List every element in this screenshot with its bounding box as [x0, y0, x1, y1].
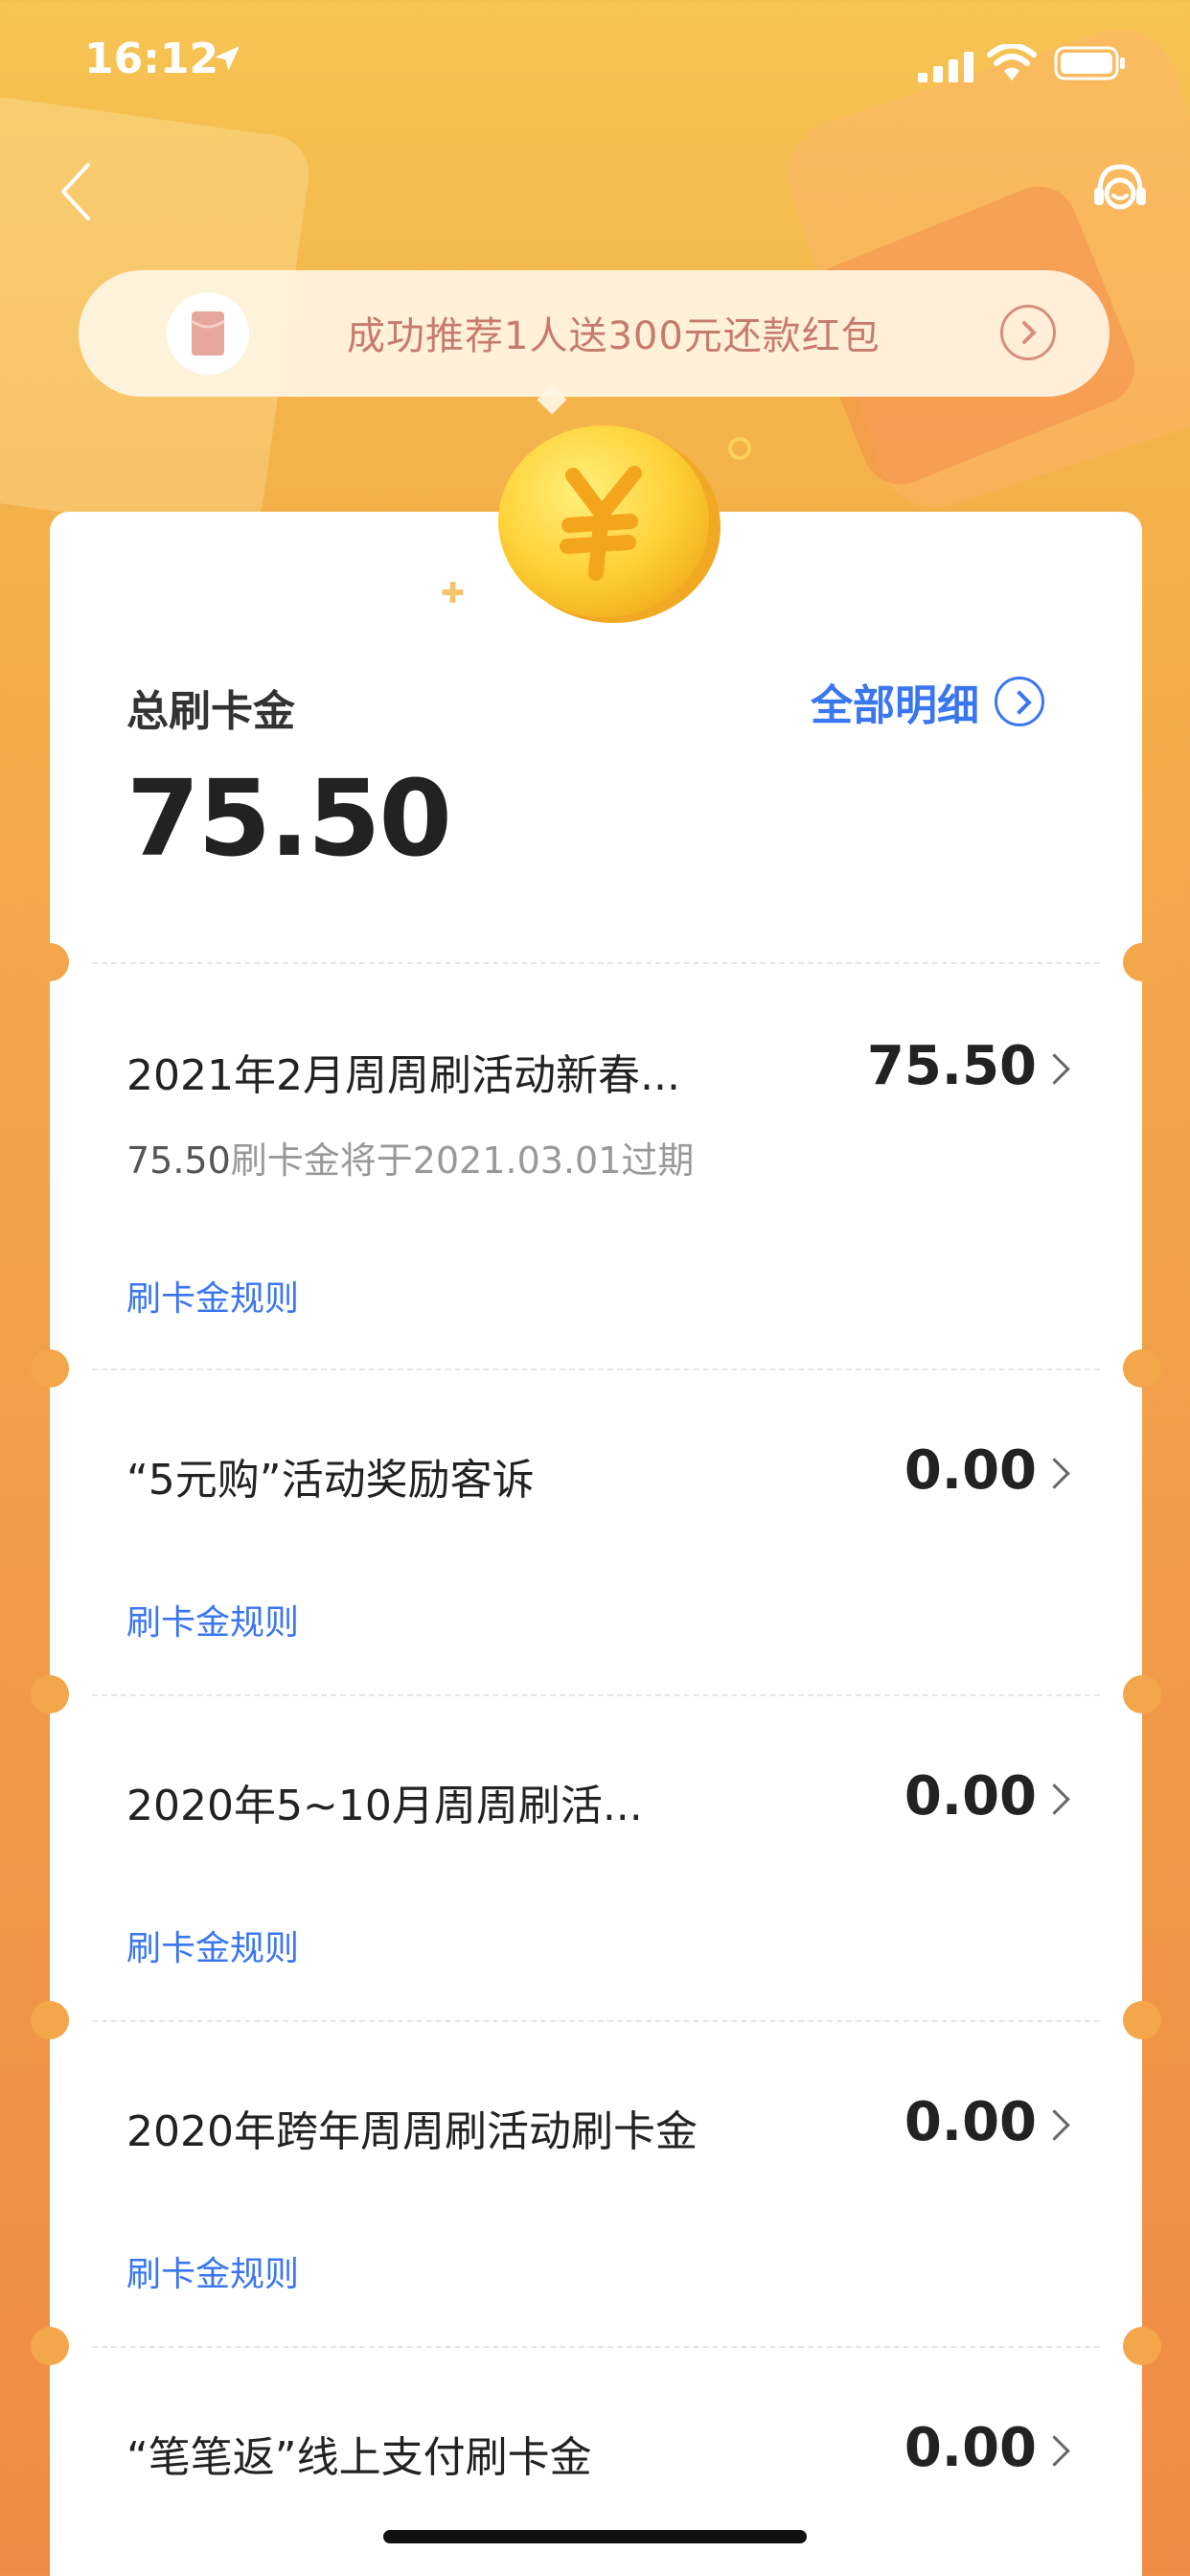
- card-notch: [1123, 2327, 1161, 2365]
- list-item[interactable]: 2020年跨年周周刷活动刷卡金 0.00 刷卡金规则: [31, 2001, 1161, 2346]
- divider: [92, 2346, 1100, 2348]
- item-title: “笔笔返”线上支付刷卡金: [126, 2433, 592, 2482]
- item-amount: 0.00: [904, 1765, 1037, 1828]
- rules-link[interactable]: 刷卡金规则: [126, 1595, 299, 1644]
- yuan-coin-icon: [498, 426, 721, 623]
- chevron-right-circle-icon: [995, 677, 1044, 726]
- item-amount: 0.00: [904, 1439, 1037, 1502]
- item-title: 2020年5~10月周周刷活...: [126, 1782, 643, 1830]
- status-bar: 16:12: [0, 0, 1190, 126]
- customer-service-icon[interactable]: [1087, 157, 1154, 224]
- all-details-label: 全部明细: [811, 681, 979, 730]
- red-envelope-icon: [167, 292, 249, 375]
- total-card-gold-label: 总刷卡金: [126, 687, 295, 736]
- back-arrow-icon[interactable]: [50, 153, 107, 230]
- card-notch: [31, 1349, 69, 1388]
- item-amount: 75.50: [866, 1035, 1037, 1097]
- divider: [92, 1694, 1100, 1696]
- item-expiry-text: 刷卡金将于2021.03.01过期: [230, 1139, 695, 1182]
- battery-icon: [1054, 46, 1125, 80]
- sparkle-icon: [728, 437, 751, 460]
- rules-link[interactable]: 刷卡金规则: [126, 2246, 299, 2296]
- divider: [92, 2020, 1100, 2022]
- wifi-icon: [987, 44, 1037, 80]
- location-icon: [215, 46, 240, 71]
- chevron-right-icon: [1039, 1458, 1070, 1489]
- item-amount: 0.00: [904, 2091, 1037, 2153]
- divider: [92, 962, 1100, 964]
- item-expiry-amount: 75.50: [126, 1139, 231, 1182]
- all-details-link[interactable]: 全部明细: [811, 673, 1044, 730]
- card-notch: [31, 2327, 69, 2365]
- promo-text: 成功推荐1人送300元还款红包: [347, 314, 881, 358]
- item-expiry: 75.50刷卡金将于2021.03.01过期: [126, 1131, 694, 1184]
- total-card-gold-amount: 75.50: [126, 757, 452, 880]
- chevron-right-icon: [1039, 1053, 1070, 1085]
- item-amount: 0.00: [904, 2417, 1037, 2479]
- status-time: 16:12: [84, 34, 219, 83]
- list-item[interactable]: 2020年5~10月周周刷活... 0.00 刷卡金规则: [31, 1675, 1161, 2020]
- list-item[interactable]: “5元购”活动奖励客诉 0.00 刷卡金规则: [31, 1349, 1161, 1694]
- card-notch: [31, 943, 69, 981]
- divider: [92, 1368, 1100, 1370]
- sparkle-icon: ✚: [441, 577, 466, 610]
- card-notch: [1123, 1349, 1161, 1388]
- rules-link[interactable]: 刷卡金规则: [126, 1271, 299, 1321]
- list-item[interactable]: 2021年2月周周刷活动新春... 75.50 75.50刷卡金将于2021.0…: [31, 943, 1161, 1368]
- item-title: 2020年跨年周周刷活动刷卡金: [126, 2107, 698, 2156]
- rules-link[interactable]: 刷卡金规则: [126, 1920, 299, 1970]
- card-notch: [31, 2001, 69, 2039]
- chevron-right-icon: [1039, 1783, 1070, 1815]
- home-indicator[interactable]: [383, 2530, 807, 2543]
- card-notch: [1123, 1675, 1161, 1714]
- item-title: 2021年2月周周刷活动新春...: [126, 1051, 680, 1100]
- card-notch: [31, 1675, 69, 1714]
- item-title: “5元购”活动奖励客诉: [126, 1456, 535, 1505]
- promo-arrow-icon[interactable]: [1000, 305, 1056, 360]
- card-notch: [1123, 2001, 1161, 2039]
- chevron-right-icon: [1039, 2109, 1070, 2141]
- chevron-right-icon: [1039, 2435, 1070, 2467]
- signal-icon: [918, 52, 973, 82]
- card-notch: [1123, 943, 1161, 981]
